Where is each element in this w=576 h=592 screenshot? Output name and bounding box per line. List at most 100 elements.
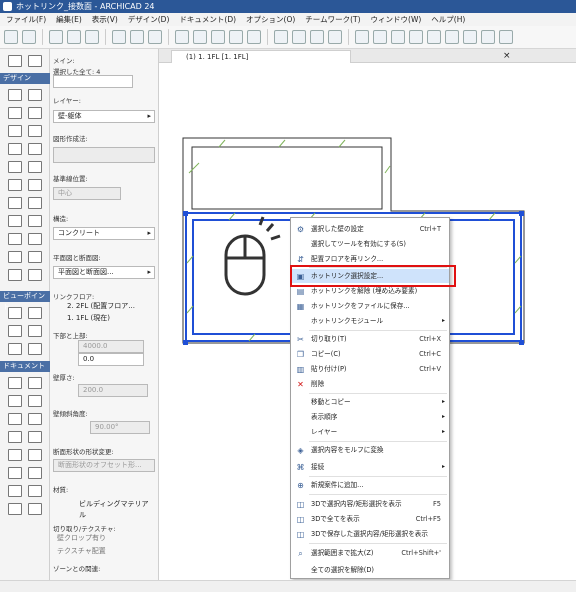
- circle-tool-icon[interactable]: [8, 467, 22, 479]
- menu-item-save-hotlink[interactable]: ▦ ホットリンクをファイルに保存...: [291, 299, 449, 313]
- roof-tool-icon[interactable]: [8, 125, 22, 137]
- angle-dimension-tool-icon[interactable]: [28, 395, 42, 407]
- tab-floorplan[interactable]: (1) 1. 1FL [1. 1FL]: [171, 50, 351, 63]
- intersect-icon[interactable]: [373, 30, 387, 44]
- adjust-icon[interactable]: [391, 30, 405, 44]
- roof-plan-tool-icon[interactable]: [8, 251, 22, 263]
- material-select[interactable]: ビルディングマテリアル: [53, 499, 155, 519]
- menu-item-deselect-all[interactable]: 全ての選択を解除(D): [291, 563, 449, 577]
- wall-tool-icon[interactable]: [8, 89, 22, 101]
- menu-item-display-order[interactable]: 表示順序 ▸: [291, 410, 449, 424]
- split-icon[interactable]: [445, 30, 459, 44]
- figure-tool-icon[interactable]: [8, 503, 22, 515]
- door-tool-icon[interactable]: [28, 161, 42, 173]
- snap-icon[interactable]: [148, 30, 162, 44]
- geometry-method-buttons[interactable]: [53, 147, 155, 163]
- publisher-icon[interactable]: [481, 30, 495, 44]
- stair-tool-icon[interactable]: [8, 143, 22, 155]
- height-field[interactable]: 4000.0: [78, 340, 144, 353]
- profile-select[interactable]: 断面形状のオフセット形...: [53, 459, 155, 472]
- zone-tool-icon[interactable]: [28, 233, 42, 245]
- inject-icon[interactable]: [67, 30, 81, 44]
- beam-tool-icon[interactable]: [8, 107, 22, 119]
- menu-teamwork[interactable]: チームワーク(T): [305, 13, 360, 26]
- morph-tool-icon[interactable]: [28, 197, 42, 209]
- camera-tool-icon[interactable]: [28, 343, 42, 355]
- line-tool-icon[interactable]: [28, 449, 42, 461]
- structure-select[interactable]: コンクリート ▸: [53, 227, 155, 240]
- fillet-icon[interactable]: [409, 30, 423, 44]
- layer-icon[interactable]: [193, 30, 207, 44]
- spline-tool-icon[interactable]: [8, 485, 22, 497]
- shell-tool-icon[interactable]: [28, 125, 42, 137]
- toolbox-header-viewpoint[interactable]: ビューポイント: [0, 291, 50, 311]
- elevation-tool-icon[interactable]: [28, 307, 42, 319]
- menu-design[interactable]: デザイン(D): [128, 13, 170, 26]
- arrow-tool-icon[interactable]: [8, 55, 22, 67]
- toolbox-header-design[interactable]: デザイン: [0, 73, 50, 84]
- skylight-tool-icon[interactable]: [28, 179, 42, 191]
- menu-window[interactable]: ウィンドウ(W): [371, 13, 422, 26]
- menu-item-show-3d-selection[interactable]: ◫ 3Dで選択内容/矩形選択を表示 F5: [291, 497, 449, 511]
- menu-file[interactable]: ファイル(F): [6, 13, 46, 26]
- mesh-tool-icon[interactable]: [8, 233, 22, 245]
- elevation-icon[interactable]: [310, 30, 324, 44]
- grid-icon[interactable]: [175, 30, 189, 44]
- wall-crop-item[interactable]: 壁クロップ有り: [53, 533, 155, 546]
- hotlink-icon[interactable]: [274, 30, 288, 44]
- menu-item-delete[interactable]: ✕ 削除: [291, 377, 449, 391]
- menu-help[interactable]: ヘルプ(H): [431, 13, 465, 26]
- object-tool-icon[interactable]: [8, 215, 22, 227]
- menu-edit[interactable]: 編集(E): [56, 13, 82, 26]
- guide-line-icon[interactable]: [130, 30, 144, 44]
- window-tool-icon[interactable]: [8, 179, 22, 191]
- dimension-tool-icon[interactable]: [8, 377, 22, 389]
- polyline-tool-icon[interactable]: [28, 467, 42, 479]
- redo-icon[interactable]: [22, 30, 36, 44]
- radial-dimension-tool-icon[interactable]: [8, 395, 22, 407]
- layout-icon[interactable]: [499, 30, 513, 44]
- selection-toggle[interactable]: [53, 75, 133, 88]
- level-dimension-tool-icon[interactable]: [28, 377, 42, 389]
- interior-elevation-tool-icon[interactable]: [8, 325, 22, 337]
- close-icon[interactable]: ×: [503, 49, 511, 63]
- column-tool-icon[interactable]: [28, 89, 42, 101]
- menu-item-activate-tool[interactable]: 選択してツールを有効にする(S): [291, 237, 449, 251]
- detail-tool-icon[interactable]: [8, 343, 22, 355]
- menu-item-hotlink-module[interactable]: ホットリンクモジュール ▸: [291, 314, 449, 328]
- toolbox-header-document[interactable]: ドキュメント: [0, 361, 50, 372]
- menu-item-move-copy[interactable]: 移動とコピー ▸: [291, 395, 449, 409]
- lamp-tool-icon[interactable]: [28, 215, 42, 227]
- worksheet-tool-icon[interactable]: [28, 325, 42, 337]
- menu-item-show-3d-all[interactable]: ◫ 3Dで全てを表示 Ctrl+F5: [291, 512, 449, 526]
- menu-item-copy[interactable]: ❐ コピー(C) Ctrl+C: [291, 347, 449, 361]
- zone-stamp-tool-icon[interactable]: [8, 431, 22, 443]
- hotspot-tool-icon[interactable]: [28, 485, 42, 497]
- label-tool-icon[interactable]: [28, 413, 42, 425]
- building-icon[interactable]: [247, 30, 261, 44]
- menu-item-convert-morph[interactable]: ◈ 選択内容をモルフに変換: [291, 443, 449, 457]
- menu-item-relink-floor[interactable]: ⇵ 配置フロアを再リンク...: [291, 252, 449, 266]
- menu-item-connect[interactable]: ⌘ 接続 ▸: [291, 460, 449, 474]
- curtain-wall-tool-icon[interactable]: [8, 161, 22, 173]
- thickness-field[interactable]: 200.0: [78, 384, 148, 397]
- drawing-tool-icon[interactable]: [28, 503, 42, 515]
- pen-set-icon[interactable]: [211, 30, 225, 44]
- menu-item-show-3d-saved[interactable]: ◫ 3Dで保存した選択内容/矩形選択を表示: [291, 527, 449, 541]
- pick-up-icon[interactable]: [49, 30, 63, 44]
- angle-field[interactable]: 90.00°: [90, 421, 150, 434]
- menu-view[interactable]: 表示(V): [92, 13, 118, 26]
- menu-item-add-issue[interactable]: ⊕ 新規案件に追加...: [291, 478, 449, 492]
- link-floor-2[interactable]: 1. 1FL (現在): [53, 313, 155, 326]
- layer-select[interactable]: 壁-躯体 ▸: [53, 110, 155, 123]
- offset-field[interactable]: 0.0: [78, 353, 144, 366]
- undo-icon[interactable]: [4, 30, 18, 44]
- stair-plan-tool-icon[interactable]: [28, 251, 42, 263]
- texture-item[interactable]: テクスチャ配置: [53, 546, 155, 559]
- flag-icon[interactable]: [463, 30, 477, 44]
- floorplan-select[interactable]: 平面図と断面図... ▸: [53, 266, 155, 279]
- other-tool-icon[interactable]: [28, 269, 42, 281]
- horizontal-scrollbar[interactable]: [0, 580, 576, 592]
- offset-icon[interactable]: [427, 30, 441, 44]
- pen-icon[interactable]: [85, 30, 99, 44]
